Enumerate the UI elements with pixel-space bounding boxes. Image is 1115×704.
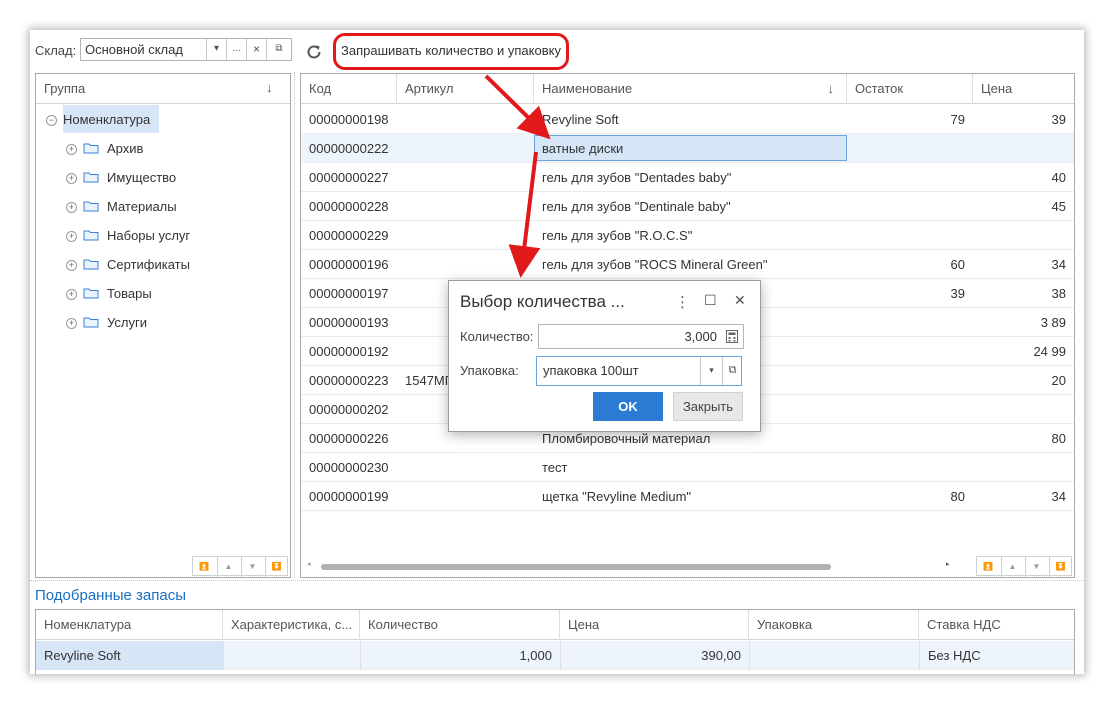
qty-value: 3,000 [684,329,717,344]
close-icon[interactable]: ✕ [734,292,746,309]
qty-label: Количество: [460,329,534,344]
arrow-to-dialog [508,151,541,278]
app-window: Склад: Основной склад ▾ ... × ⧉ Запрашив… [30,30,1084,674]
pack-select[interactable]: упаковка 100шт ▾ ⧉ [536,356,742,386]
pack-value: упаковка 100шт [543,363,639,378]
calculator-icon[interactable] [725,329,739,344]
arrow-to-row [484,74,551,140]
more-icon[interactable]: ⋮ [675,293,690,311]
quantity-dialog: Выбор количества ... ⋮ ☐ ✕ Количество: 3… [448,280,761,432]
ok-button[interactable]: OK [593,392,663,421]
maximize-icon[interactable]: ☐ [704,292,717,309]
pack-label: Упаковка: [460,363,519,378]
close-button[interactable]: Закрыть [673,392,743,421]
chevron-down-icon[interactable]: ▾ [700,357,722,385]
qty-input[interactable]: 3,000 [538,324,744,349]
dialog-title: Выбор количества ... [460,292,625,311]
open-icon[interactable]: ⧉ [722,357,742,385]
